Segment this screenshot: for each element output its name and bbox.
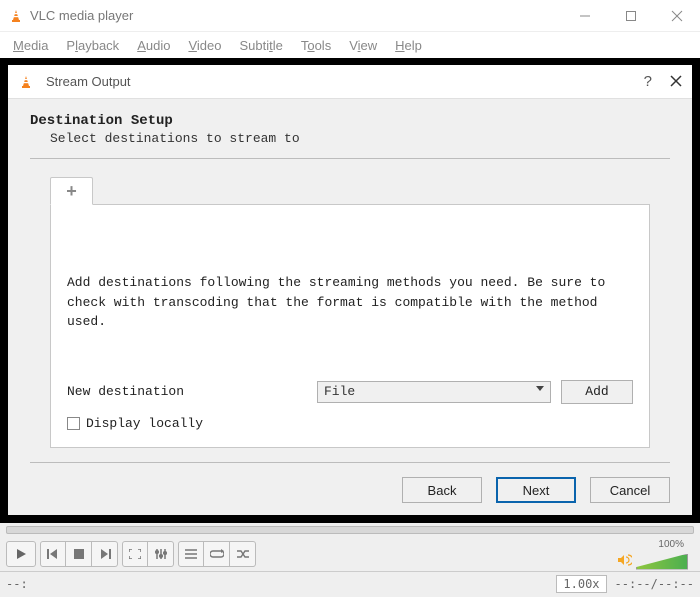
dialog-titlebar: Stream Output ? <box>8 65 692 99</box>
destination-combobox[interactable]: File <box>317 381 551 403</box>
back-button[interactable]: Back <box>402 477 482 503</box>
stream-output-dialog: Stream Output ? Destination Setup Select… <box>8 65 692 515</box>
dialog-close-button[interactable] <box>670 74 682 90</box>
divider <box>30 462 670 463</box>
status-bar: --: 1.00x --:--/--:-- <box>0 571 700 595</box>
destination-tabstrip: + <box>50 177 670 205</box>
next-button[interactable] <box>92 541 118 567</box>
playback-speed[interactable]: 1.00x <box>556 575 606 593</box>
stop-button[interactable] <box>66 541 92 567</box>
menu-subtitle[interactable]: Subtitle <box>232 36 289 55</box>
destination-value: File <box>324 384 355 399</box>
window-maximize-button[interactable] <box>608 0 654 32</box>
destination-panel: Add destinations following the streaming… <box>50 204 650 448</box>
video-stage: Stream Output ? Destination Setup Select… <box>0 58 700 523</box>
seek-slider[interactable] <box>6 526 694 534</box>
display-locally-checkbox[interactable] <box>67 417 80 430</box>
new-destination-label: New destination <box>67 382 307 402</box>
menu-bar: Media Playback Audio Video Subtitle Tool… <box>0 32 700 58</box>
volume-slider[interactable] <box>636 554 688 570</box>
extended-settings-button[interactable] <box>148 541 174 567</box>
random-button[interactable] <box>230 541 256 567</box>
window-minimize-button[interactable] <box>562 0 608 32</box>
dialog-title: Stream Output <box>46 74 131 89</box>
play-button[interactable] <box>6 541 36 567</box>
section-title: Destination Setup <box>30 113 670 129</box>
display-locally-label: Display locally <box>86 414 203 434</box>
chevron-down-icon <box>536 386 544 391</box>
menu-help[interactable]: Help <box>388 36 429 55</box>
volume-percentage: 100% <box>658 539 684 550</box>
panel-instructions: Add destinations following the streaming… <box>67 273 633 332</box>
section-subtitle: Select destinations to stream to <box>50 131 670 146</box>
menu-video[interactable]: Video <box>181 36 228 55</box>
next-button[interactable]: Next <box>496 477 576 503</box>
fullscreen-button[interactable] <box>122 541 148 567</box>
seek-bar-area <box>0 523 700 537</box>
vlc-cone-icon <box>8 8 24 24</box>
vlc-cone-icon <box>18 74 34 90</box>
cancel-button[interactable]: Cancel <box>590 477 670 503</box>
menu-media[interactable]: Media <box>6 36 55 55</box>
window-close-button[interactable] <box>654 0 700 32</box>
playlist-button[interactable] <box>178 541 204 567</box>
dialog-help-button[interactable]: ? <box>644 73 652 90</box>
menu-tools[interactable]: Tools <box>294 36 338 55</box>
add-destination-button[interactable]: Add <box>561 380 633 404</box>
add-tab-button[interactable]: + <box>50 177 93 205</box>
speaker-icon[interactable] <box>618 554 632 569</box>
divider <box>30 158 670 159</box>
plus-icon: + <box>66 181 77 202</box>
status-left: --: <box>6 577 28 591</box>
menu-playback[interactable]: Playback <box>59 36 126 55</box>
menu-view[interactable]: View <box>342 36 384 55</box>
loop-button[interactable] <box>204 541 230 567</box>
window-title: VLC media player <box>30 8 133 23</box>
previous-button[interactable] <box>40 541 66 567</box>
player-controls-bar: 100% --: 1.00x --:--/--:-- <box>0 523 700 597</box>
time-display: --:--/--:-- <box>615 577 694 591</box>
menu-audio[interactable]: Audio <box>130 36 177 55</box>
window-titlebar: VLC media player <box>0 0 700 32</box>
